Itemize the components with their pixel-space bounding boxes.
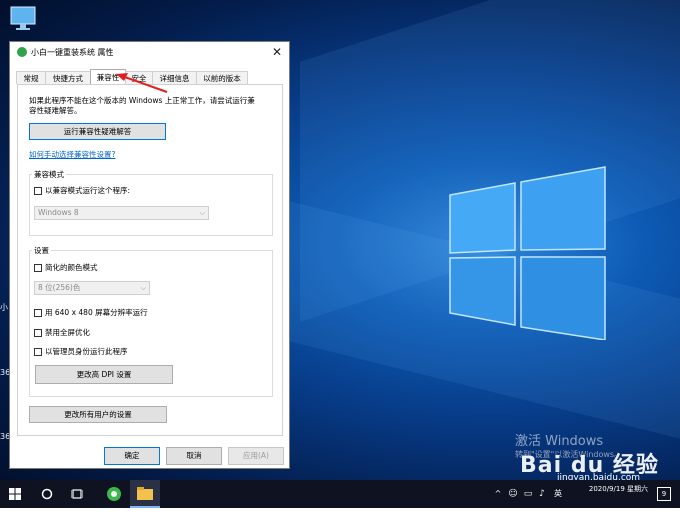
compat-mode-label: 兼容模式 [32, 169, 66, 180]
tab-compatibility[interactable]: 兼容性 [90, 69, 126, 85]
settings-group: 设置 简化的颜色模式 8 位(256)色 ⌵ 用 640 x 480 屏幕分辨率… [29, 245, 273, 397]
clock-date: 2020/9/19 星期六 [588, 485, 648, 493]
task-view-icon[interactable] [64, 480, 90, 508]
chevron-up-icon[interactable]: ^ [492, 480, 504, 508]
color-depth-value: 8 位(256)色 [38, 283, 81, 292]
file-explorer-icon[interactable] [130, 480, 160, 508]
xiaobai-app-icon[interactable] [100, 480, 128, 508]
reduced-color-checkbox[interactable] [34, 264, 42, 272]
tab-shortcut[interactable]: 快捷方式 [45, 71, 91, 84]
change-dpi-button[interactable]: 更改高 DPI 设置 [35, 365, 173, 384]
this-pc-icon[interactable] [8, 6, 38, 32]
chevron-down-icon: ⌵ [199, 209, 205, 217]
tab-previous-versions[interactable]: 以前的版本 [196, 71, 248, 84]
os-version-value: Windows 8 [38, 208, 79, 217]
people-icon[interactable]: ☺ [506, 480, 520, 508]
dialog-titlebar[interactable]: 小白一键重装系统 属性 ✕ [10, 42, 289, 62]
input-language[interactable]: 英 [551, 480, 565, 508]
os-version-select[interactable]: Windows 8 ⌵ [34, 206, 209, 220]
properties-dialog: 小白一键重装系统 属性 ✕ 常规 快捷方式 兼容性 安全 详细信息 以前的版本 … [9, 41, 290, 469]
manual-settings-link[interactable]: 如何手动选择兼容性设置? [29, 149, 115, 160]
run-640-checkbox[interactable] [34, 309, 42, 317]
dialog-title: 小白一键重装系统 属性 [31, 48, 114, 57]
run-as-admin-checkbox[interactable] [34, 348, 42, 356]
cancel-button[interactable]: 取消 [166, 447, 222, 465]
apply-button[interactable]: 应用(A) [228, 447, 284, 465]
windows-logo-glow [449, 166, 606, 340]
taskbar: ^ ☺ ▭ ♪ 英 2020/9/19 星期六 9 [0, 480, 680, 508]
compat-mode-checkbox[interactable] [34, 187, 42, 195]
tab-details[interactable]: 详细信息 [152, 71, 197, 84]
ok-button[interactable]: 确定 [104, 447, 160, 465]
chevron-down-icon: ⌵ [140, 284, 146, 292]
reduced-color-label: 简化的颜色模式 [45, 263, 98, 272]
color-depth-select[interactable]: 8 位(256)色 ⌵ [34, 281, 150, 295]
tab-security[interactable]: 安全 [125, 71, 153, 84]
desktop-icon-label[interactable]: 小 [0, 302, 8, 313]
cortana-circle-icon[interactable] [34, 480, 60, 508]
compat-mode-group: 兼容模式 以兼容模式运行这个程序: Windows 8 ⌵ [29, 169, 273, 236]
network-icon[interactable]: ▭ [521, 480, 535, 508]
tab-general[interactable]: 常规 [16, 71, 46, 84]
tray-clock[interactable]: 2020/9/19 星期六 [589, 485, 648, 494]
run-640-label: 用 640 x 480 屏幕分辨率运行 [45, 308, 148, 317]
app-icon [17, 47, 27, 57]
disable-fullscreen-label: 禁用全屏优化 [45, 328, 90, 337]
compat-mode-checkbox-label: 以兼容模式运行这个程序: [45, 186, 131, 195]
close-button[interactable]: ✕ [269, 44, 285, 60]
compatibility-panel: 如果此程序不能在这个版本的 Windows 上正常工作，请尝试运行兼 容性疑难解… [17, 84, 283, 436]
run-troubleshooter-button[interactable]: 运行兼容性疑难解答 [29, 123, 166, 140]
volume-icon[interactable]: ♪ [535, 480, 549, 508]
intro-line-2: 容性疑难解答。 [29, 106, 82, 115]
change-all-users-button[interactable]: 更改所有用户的设置 [29, 406, 167, 423]
notification-center-icon[interactable]: 9 [652, 480, 676, 508]
windows-start-icon[interactable] [0, 480, 30, 508]
disable-fullscreen-checkbox[interactable] [34, 329, 42, 337]
notification-count: 9 [657, 487, 671, 501]
settings-label: 设置 [32, 245, 51, 256]
run-as-admin-label: 以管理员身份运行此程序 [45, 347, 128, 356]
